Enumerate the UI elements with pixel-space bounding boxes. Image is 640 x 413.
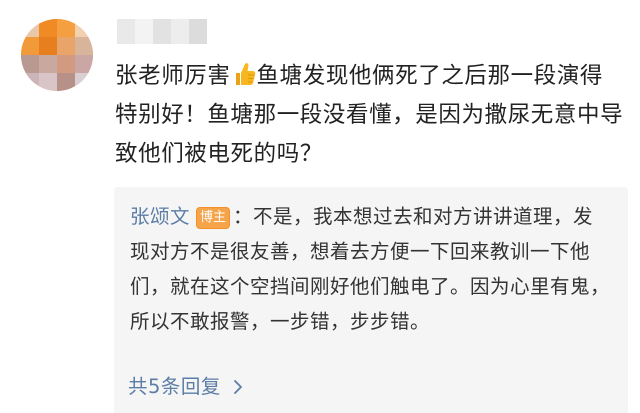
reply-separator: ： [233,205,254,228]
view-replies-label: 共5条回复 [128,375,221,398]
reply-author-name[interactable]: 张颂文 [130,205,190,228]
reply-content: 张颂文 博主 ：不是，我本想过去和对方讲讲道理，发现对方不是很友善，想着去方便一下回… [130,199,610,339]
chevron-right-icon [234,380,242,394]
avatar-mosaic [21,19,93,91]
reply-box: 张颂文 博主 ：不是，我本想过去和对方讲讲道理，发现对方不是很友善，想着去方便一下回… [114,187,628,413]
comment-text-part-1: 张老师厉害 [115,63,231,89]
avatar[interactable] [21,19,93,91]
username-mosaic[interactable] [117,19,207,44]
thumbs-up-icon [235,63,255,85]
comment-card: 张老师厉害 鱼塘发现他俩死了之后那一段演得特别好！鱼塘那一段没看懂，是因为撒尿无… [0,0,640,413]
comment-text: 张老师厉害 鱼塘发现他俩死了之后那一段演得特别好！鱼塘那一段没看懂，是因为撒尿无… [115,57,625,174]
view-all-replies-link[interactable]: 共5条回复 [128,373,243,401]
author-badge: 博主 [196,207,231,229]
